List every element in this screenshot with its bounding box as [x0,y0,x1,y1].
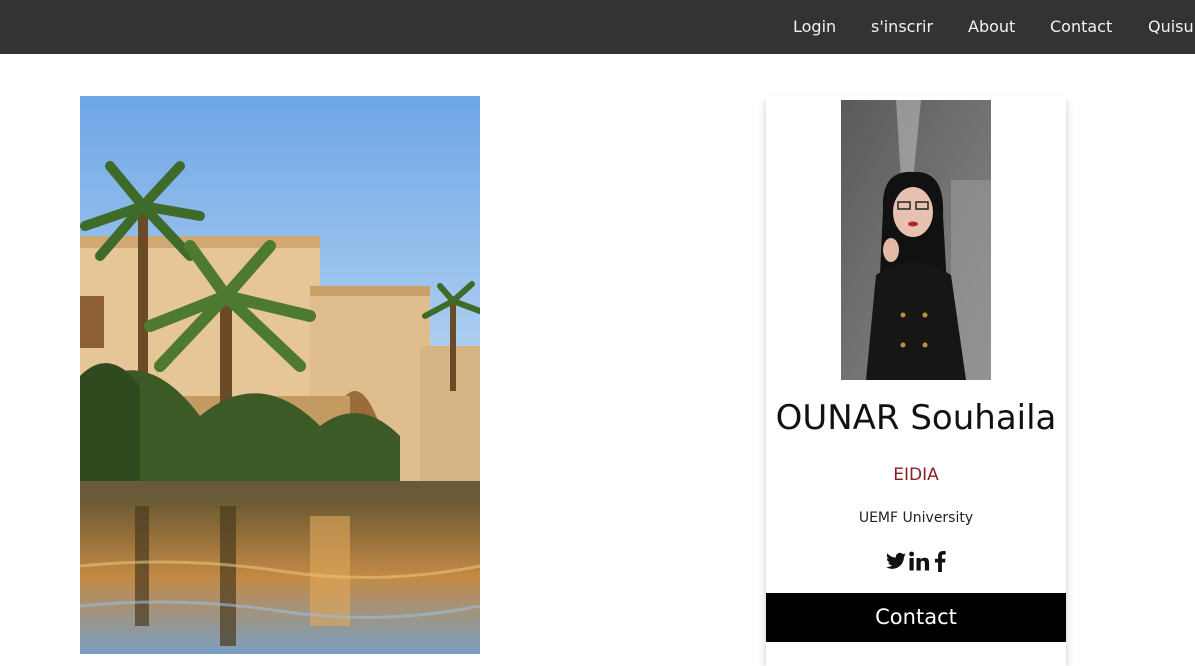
nav-contact-link[interactable]: Contact [1050,17,1112,37]
contact-button[interactable]: Contact [766,593,1066,642]
profile-university: UEMF University [858,510,974,526]
nav-signup-link[interactable]: s'inscrir [871,17,933,37]
nav-quisuisje-link[interactable]: Quisu [1148,17,1194,37]
social-links [766,548,1066,574]
profile-name: OUNAR Souhaila [775,398,1057,438]
profile-photo [841,100,991,380]
linkedin-icon[interactable] [909,551,931,571]
hero-image [80,96,480,654]
twitter-icon[interactable] [886,552,906,570]
nav-login-link[interactable]: Login [793,17,836,37]
profile-card: OUNAR Souhaila EIDIA UEMF University Con… [766,96,1066,666]
facebook-icon[interactable] [934,550,946,572]
profile-department: EIDIA [893,465,939,485]
nav-about-link[interactable]: About [968,17,1015,37]
top-navbar: Login s'inscrir About Contact Quisu [0,0,1195,54]
